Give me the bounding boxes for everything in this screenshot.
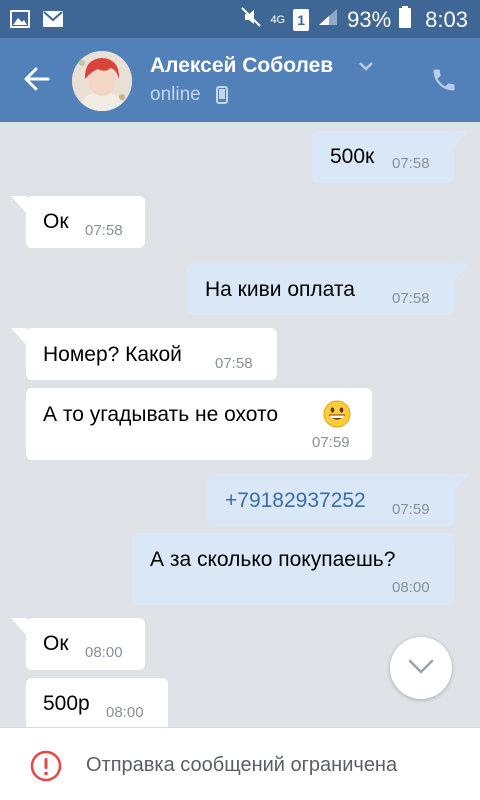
message-time: 07:59	[312, 434, 350, 451]
bubble-tail	[11, 196, 27, 214]
signal-icon	[317, 7, 339, 33]
message-text: А за сколько покупаешь?	[150, 548, 396, 571]
warning-icon	[30, 750, 62, 787]
message-list[interactable]: 500к 07:58 Ок 07:58 На киви оплата 07:58…	[0, 122, 480, 727]
network-type: 4G	[270, 14, 286, 26]
message-time: 08:00	[85, 644, 123, 661]
message-outgoing[interactable]: 500к 07:58	[312, 131, 454, 183]
message-incoming[interactable]: 500р 08:00	[26, 678, 168, 727]
chevron-down-icon[interactable]	[358, 59, 374, 77]
battery-icon	[399, 6, 412, 34]
message-text: На киви оплата	[205, 278, 355, 301]
message-incoming[interactable]: Ок 08:00	[26, 618, 145, 670]
back-arrow-icon[interactable]	[22, 64, 52, 94]
composer-restricted-bar: Отправка сообщений ограничена	[0, 727, 480, 800]
message-incoming[interactable]: Номер? Какой 07:58	[26, 328, 277, 380]
bubble-tail	[454, 474, 470, 492]
avatar[interactable]	[72, 51, 132, 111]
message-time: 08:00	[392, 579, 430, 596]
status-bar: 4G 1 93% 8:03	[0, 0, 480, 38]
mobile-phone-icon	[216, 86, 228, 109]
message-outgoing[interactable]: На киви оплата 07:58	[187, 263, 455, 315]
call-icon[interactable]	[430, 66, 458, 99]
message-text: Номер? Какой	[43, 343, 182, 366]
chat-header: Алексей Соболев online	[0, 38, 480, 122]
message-text: Ок	[43, 210, 69, 233]
sim-slot-icon: 1	[293, 9, 310, 31]
message-text: 500р	[43, 692, 90, 715]
grinning-emoji-icon	[323, 400, 351, 434]
chevron-down-icon	[407, 658, 435, 681]
message-time: 07:58	[215, 355, 253, 372]
message-time: 07:58	[392, 290, 430, 307]
message-phone-link[interactable]: +79182937252	[225, 489, 366, 513]
message-time: 07:58	[392, 155, 430, 172]
bubble-tail	[454, 263, 470, 281]
scroll-to-bottom-button[interactable]	[390, 637, 452, 699]
message-time: 07:59	[392, 501, 430, 518]
clock: 8:03	[425, 7, 468, 32]
gallery-notification-icon	[10, 10, 30, 33]
bubble-tail	[11, 618, 27, 636]
mail-notification-icon	[42, 10, 64, 33]
message-time: 07:58	[85, 222, 123, 239]
restriction-notice: Отправка сообщений ограничена	[86, 754, 398, 776]
mute-icon	[240, 6, 262, 34]
message-text: А то угадывать не охото	[43, 403, 279, 426]
bubble-tail	[11, 328, 27, 346]
battery-percent: 93%	[347, 7, 392, 32]
bubble-tail	[453, 131, 469, 149]
message-text: Ок	[43, 632, 69, 655]
contact-name[interactable]: Алексей Соболев	[150, 54, 333, 78]
message-outgoing[interactable]: А за сколько покупаешь? 08:00	[132, 533, 454, 605]
message-incoming[interactable]: А то угадывать не охото 07:59	[26, 388, 372, 460]
message-text: 500к	[330, 145, 375, 168]
presence-status: online	[150, 84, 201, 105]
message-outgoing[interactable]: +79182937252 07:59	[207, 474, 455, 526]
message-incoming[interactable]: Ок 07:58	[26, 196, 145, 248]
message-time: 08:00	[106, 704, 144, 721]
